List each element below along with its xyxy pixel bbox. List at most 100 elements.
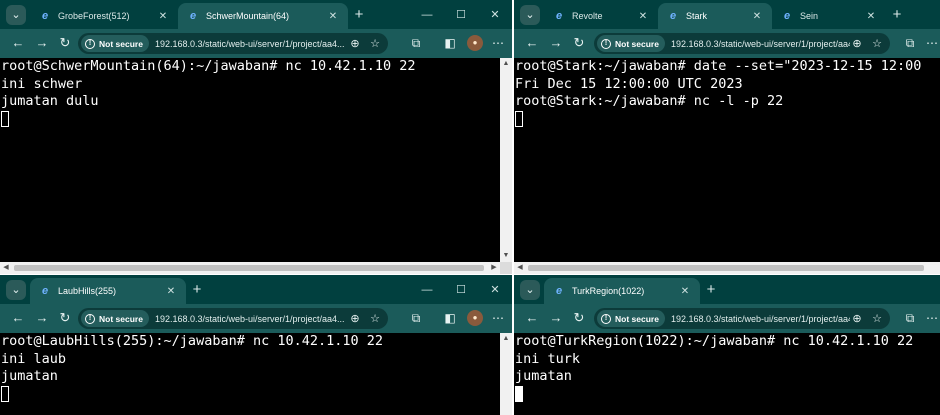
favorite-star-icon[interactable]: ☆ bbox=[368, 312, 382, 325]
new-tab-button[interactable]: + bbox=[886, 3, 908, 29]
security-chip[interactable]: ! Not secure bbox=[597, 35, 665, 52]
more-menu-icon[interactable]: ⋯ bbox=[490, 310, 506, 326]
scroll-left-icon[interactable]: ◀ bbox=[0, 262, 12, 274]
scroll-thumb[interactable] bbox=[14, 265, 484, 271]
close-tab-icon[interactable]: ✕ bbox=[326, 11, 340, 22]
edge-favicon-icon: e bbox=[669, 10, 677, 22]
terminal-line: root@Stark:~/jawaban# date --set="2023-1… bbox=[515, 58, 922, 74]
forward-arrow-icon[interactable]: → bbox=[34, 310, 50, 326]
forward-arrow-icon[interactable]: → bbox=[548, 310, 564, 326]
url-text[interactable]: 192.168.0.3/static/web-ui/server/1/proje… bbox=[671, 314, 850, 324]
forward-arrow-icon[interactable]: → bbox=[548, 35, 564, 51]
close-tab-icon[interactable]: ✕ bbox=[156, 11, 170, 22]
more-menu-icon[interactable]: ⋯ bbox=[924, 310, 940, 326]
extensions-icon[interactable]: ⧉ bbox=[408, 310, 424, 326]
terminal-line: root@LaubHills(255):~/jawaban# nc 10.42.… bbox=[1, 333, 384, 349]
address-bar[interactable]: ! Not secure 192.168.0.3/static/web-ui/s… bbox=[78, 308, 388, 329]
tab-turkregion[interactable]: e TurkRegion(1022) ✕ bbox=[544, 278, 700, 304]
reload-icon[interactable]: ↻ bbox=[57, 310, 73, 326]
terminal[interactable]: root@SchwerMountain(64):~/jawaban# nc 10… bbox=[0, 58, 512, 274]
extensions-icon[interactable]: ⧉ bbox=[902, 35, 918, 51]
favorite-star-icon[interactable]: ☆ bbox=[870, 312, 884, 325]
close-tab-icon[interactable]: ✕ bbox=[750, 11, 764, 22]
tab-strip: ⌄ e Revolte ✕ e Stark ✕ e Sein ✕ + bbox=[514, 0, 940, 29]
new-tab-button[interactable]: + bbox=[348, 3, 370, 29]
edge-favicon-icon: e bbox=[555, 285, 563, 297]
tab-search-chevron-icon[interactable]: ⌄ bbox=[6, 280, 26, 300]
horizontal-scrollbar[interactable]: ◀ bbox=[514, 262, 940, 274]
profile-avatar-icon[interactable]: ● bbox=[467, 35, 483, 51]
url-text[interactable]: 192.168.0.3/static/web-ui/server/1/proje… bbox=[155, 314, 348, 324]
terminal-cursor bbox=[1, 385, 9, 402]
minimize-icon[interactable]: — bbox=[410, 284, 444, 296]
favorite-star-icon[interactable]: ☆ bbox=[870, 37, 884, 50]
scroll-down-icon[interactable]: ▼ bbox=[500, 250, 512, 262]
close-tab-icon[interactable]: ✕ bbox=[678, 286, 692, 297]
profile-avatar-icon[interactable]: ● bbox=[467, 310, 483, 326]
tab-schwermountain[interactable]: e SchwerMountain(64) ✕ bbox=[178, 3, 348, 29]
maximize-icon[interactable]: ☐ bbox=[444, 8, 478, 21]
forward-arrow-icon[interactable]: → bbox=[34, 35, 50, 51]
maximize-icon[interactable]: ☐ bbox=[444, 283, 478, 296]
scroll-up-icon[interactable]: ▲ bbox=[500, 333, 512, 345]
reload-icon[interactable]: ↻ bbox=[57, 35, 73, 51]
zoom-icon[interactable]: ⊕ bbox=[348, 37, 362, 50]
tab-search-chevron-icon[interactable]: ⌄ bbox=[6, 5, 26, 25]
terminal[interactable]: root@TurkRegion(1022):~/jawaban# nc 10.4… bbox=[514, 333, 940, 415]
address-bar[interactable]: ! Not secure 192.168.0.3/static/web-ui/s… bbox=[594, 33, 890, 54]
tab-search-chevron-icon[interactable]: ⌄ bbox=[520, 5, 540, 25]
terminal-line: Fri Dec 15 12:00:00 UTC 2023 bbox=[515, 75, 743, 92]
address-toolbar: ← → ↻ ! Not secure 192.168.0.3/static/we… bbox=[514, 29, 940, 58]
url-text[interactable]: 192.168.0.3/static/web-ui/server/1/proje… bbox=[155, 39, 348, 49]
close-window-icon[interactable]: ✕ bbox=[478, 8, 512, 21]
tab-sein[interactable]: e Sein ✕ bbox=[772, 3, 886, 29]
terminal[interactable]: root@LaubHills(255):~/jawaban# nc 10.42.… bbox=[0, 333, 512, 415]
security-chip[interactable]: ! Not secure bbox=[81, 35, 149, 52]
favorite-star-icon[interactable]: ☆ bbox=[368, 37, 382, 50]
terminal-cursor bbox=[515, 385, 523, 402]
zoom-icon[interactable]: ⊕ bbox=[850, 312, 864, 325]
new-tab-button[interactable]: + bbox=[700, 278, 722, 304]
more-menu-icon[interactable]: ⋯ bbox=[490, 35, 506, 51]
tab-grobeforest[interactable]: e GrobeForest(512) ✕ bbox=[30, 3, 178, 29]
address-bar[interactable]: ! Not secure 192.168.0.3/static/web-ui/s… bbox=[78, 33, 388, 54]
minimize-icon[interactable]: — bbox=[410, 9, 444, 21]
zoom-icon[interactable]: ⊕ bbox=[348, 312, 362, 325]
terminal-output: root@Stark:~/jawaban# date --set="2023-1… bbox=[515, 58, 921, 129]
reload-icon[interactable]: ↻ bbox=[571, 35, 587, 51]
tab-laubhills[interactable]: e LaubHills(255) ✕ bbox=[30, 278, 186, 304]
tab-stark[interactable]: e Stark ✕ bbox=[658, 3, 772, 29]
back-arrow-icon[interactable]: ← bbox=[10, 310, 26, 326]
close-tab-icon[interactable]: ✕ bbox=[636, 11, 650, 22]
horizontal-scrollbar[interactable]: ◀ ▶ bbox=[0, 262, 512, 274]
back-arrow-icon[interactable]: ← bbox=[524, 35, 540, 51]
close-tab-icon[interactable]: ✕ bbox=[164, 286, 178, 297]
close-tab-icon[interactable]: ✕ bbox=[864, 11, 878, 22]
more-menu-icon[interactable]: ⋯ bbox=[924, 35, 940, 51]
tab-search-chevron-icon[interactable]: ⌄ bbox=[520, 280, 540, 300]
split-screen-icon[interactable]: ◧ bbox=[442, 310, 458, 326]
back-arrow-icon[interactable]: ← bbox=[524, 310, 540, 326]
reload-icon[interactable]: ↻ bbox=[571, 310, 587, 326]
new-tab-button[interactable]: + bbox=[186, 278, 208, 304]
close-window-icon[interactable]: ✕ bbox=[478, 283, 512, 296]
scroll-right-icon[interactable]: ▶ bbox=[488, 262, 500, 274]
address-bar[interactable]: ! Not secure 192.168.0.3/static/web-ui/s… bbox=[594, 308, 890, 329]
extensions-icon[interactable]: ⧉ bbox=[408, 35, 424, 51]
scroll-thumb[interactable] bbox=[528, 265, 924, 271]
vertical-scrollbar[interactable]: ▲ bbox=[500, 333, 512, 415]
extensions-icon[interactable]: ⧉ bbox=[902, 310, 918, 326]
scroll-left-icon[interactable]: ◀ bbox=[514, 262, 526, 274]
split-screen-icon[interactable]: ◧ bbox=[442, 35, 458, 51]
url-text[interactable]: 192.168.0.3/static/web-ui/server/1/proje… bbox=[671, 39, 850, 49]
security-chip[interactable]: ! Not secure bbox=[597, 310, 665, 327]
terminal[interactable]: root@Stark:~/jawaban# date --set="2023-1… bbox=[514, 58, 940, 274]
security-chip[interactable]: ! Not secure bbox=[81, 310, 149, 327]
terminal-output: root@SchwerMountain(64):~/jawaban# nc 10… bbox=[1, 58, 416, 129]
tab-revolte[interactable]: e Revolte ✕ bbox=[544, 3, 658, 29]
back-arrow-icon[interactable]: ← bbox=[10, 35, 26, 51]
terminal-line: root@TurkRegion(1022):~/jawaban# nc 10.4… bbox=[515, 333, 914, 349]
zoom-icon[interactable]: ⊕ bbox=[850, 37, 864, 50]
vertical-scrollbar[interactable]: ▲ ▼ bbox=[500, 58, 512, 262]
scroll-up-icon[interactable]: ▲ bbox=[500, 58, 512, 70]
